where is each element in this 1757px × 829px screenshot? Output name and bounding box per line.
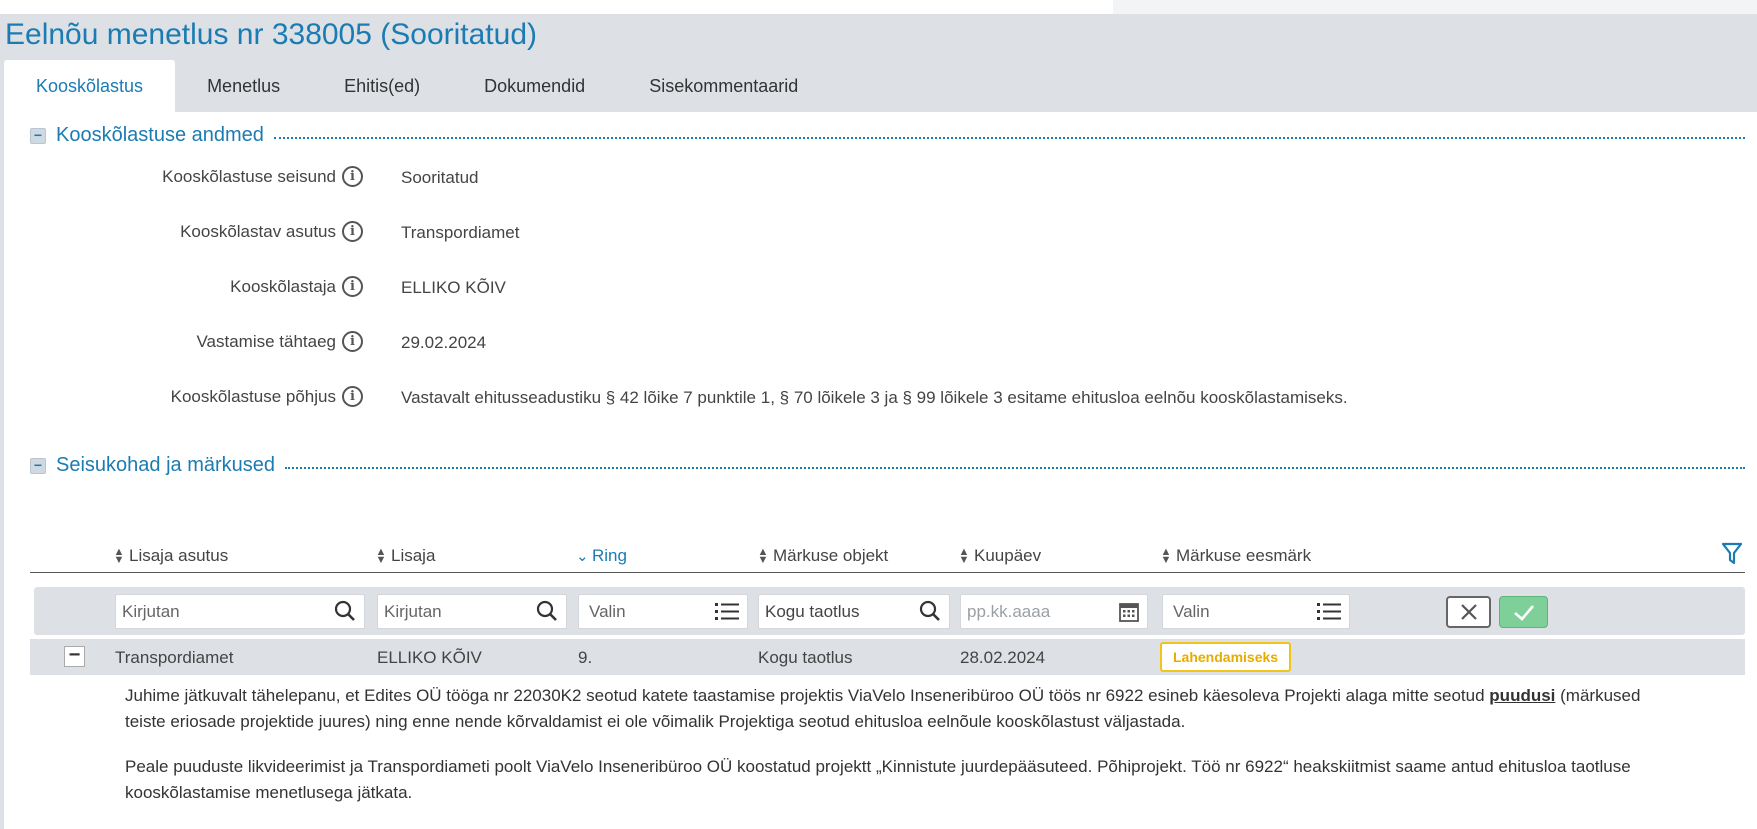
- search-icon[interactable]: [536, 595, 558, 639]
- field-row-kooskolastaja: Kooskõlastaja i ELLIKO KÕIV: [4, 274, 1704, 304]
- sort-icon: ▲ ▼: [958, 546, 970, 566]
- info-icon[interactable]: i: [342, 386, 363, 407]
- apply-filters-button[interactable]: [1499, 596, 1548, 628]
- sort-icon: ▲ ▼: [375, 546, 387, 566]
- status-badge: Lahendamiseks: [1160, 642, 1292, 672]
- column-header-kuupaev[interactable]: ▲ ▼ Kuupäev: [958, 546, 1042, 566]
- tab-content: − Kooskõlastuse andmed Kooskõlastuse sei…: [4, 112, 1757, 829]
- column-label: Kuupäev: [974, 546, 1042, 565]
- sort-icon: ▲ ▼: [1160, 546, 1172, 566]
- calendar-icon[interactable]: [1119, 595, 1139, 639]
- field-value: Sooritatud: [401, 168, 479, 187]
- info-icon[interactable]: i: [342, 276, 363, 297]
- tab-sisekommentaarid[interactable]: Sisekommentaarid: [617, 60, 830, 112]
- field-row-tahtaeg: Vastamise tähtaeg i 29.02.2024: [4, 329, 1704, 359]
- sort-icon: ▲ ▼: [757, 546, 769, 566]
- search-icon[interactable]: [334, 595, 356, 639]
- list-icon[interactable]: [1317, 595, 1341, 639]
- field-label: Kooskõlastav asutus: [180, 222, 336, 241]
- tab-dokumendid[interactable]: Dokumendid: [452, 60, 617, 112]
- section-kooskolastuse-andmed: − Kooskõlastuse andmed: [30, 124, 1745, 147]
- section-collapse-toggle[interactable]: −: [30, 127, 46, 144]
- tab-kooskolastus[interactable]: Kooskõlastus: [4, 60, 176, 112]
- filter-ring-select[interactable]: Valin: [578, 594, 748, 629]
- input-placeholder: pp.kk.aaaa: [967, 602, 1051, 621]
- section-collapse-toggle[interactable]: −: [30, 457, 46, 474]
- column-header-lisaja-asutus[interactable]: ▲ ▼ Lisaja asutus: [113, 546, 229, 566]
- tab-ehitised[interactable]: Ehitis(ed): [312, 60, 452, 112]
- filter-markuse-objekt-input[interactable]: Kogu taotlus: [758, 594, 950, 629]
- cell-lisaja: ELLIKO KÕIV: [377, 648, 482, 667]
- filter-lisaja-asutus-input[interactable]: Kirjutan: [115, 594, 365, 629]
- field-label: Vastamise tähtaeg: [196, 332, 336, 351]
- field-label: Kooskõlastuse põhjus: [170, 387, 336, 406]
- cell-lisaja-asutus: Transpordiamet: [115, 648, 234, 667]
- column-label: Ring: [592, 546, 627, 565]
- info-icon[interactable]: i: [342, 221, 363, 242]
- column-label: Märkuse eesmärk: [1176, 546, 1312, 565]
- comment-paragraph-1: Juhime jätkuvalt tähelepanu, et Edites O…: [125, 683, 1685, 735]
- filter-kuupaev-input[interactable]: pp.kk.aaaa: [960, 594, 1148, 629]
- info-icon[interactable]: i: [342, 331, 363, 352]
- search-icon[interactable]: [919, 595, 941, 639]
- top-strip: [0, 0, 1757, 14]
- column-header-lisaja[interactable]: ▲ ▼ Lisaja: [375, 546, 436, 566]
- info-icon[interactable]: i: [342, 166, 363, 187]
- section-divider: [285, 466, 1745, 469]
- check-icon: [1513, 605, 1534, 621]
- column-header-markuse-eesmark[interactable]: ▲ ▼ Märkuse eesmärk: [1160, 546, 1312, 566]
- field-label: Kooskõlastuse seisund: [162, 167, 336, 186]
- close-icon: [1460, 604, 1477, 620]
- field-row-pohjus: Kooskõlastuse põhjus i Vastavalt ehituss…: [4, 384, 1704, 414]
- sort-icon: ▲ ▼: [113, 546, 125, 566]
- grid-header: ▲ ▼ Lisaja asutus ▲ ▼ Lisaja ⌄ Ring ▲ ▼ Märkuse…: [30, 542, 1745, 573]
- field-value: 29.02.2024: [401, 333, 487, 352]
- select-placeholder: Valin: [1173, 602, 1210, 621]
- puudusi-link[interactable]: puudusi: [1489, 686, 1555, 705]
- input-placeholder: Kirjutan: [122, 602, 180, 621]
- comment-text: Juhime jätkuvalt tähelepanu, et Edites O…: [125, 686, 1490, 705]
- table-row[interactable]: − Transpordiamet ELLIKO KÕIV 9. Kogu tao…: [30, 639, 1745, 675]
- section-seisukohad: − Seisukohad ja märkused: [30, 454, 1745, 477]
- section-divider: [273, 136, 1745, 139]
- filter-markuse-eesmark-select[interactable]: Valin: [1162, 594, 1350, 629]
- cell-ring: 9.: [578, 648, 593, 667]
- field-value: ELLIKO KÕIV: [401, 278, 506, 297]
- field-label: Kooskõlastaja: [230, 277, 336, 296]
- section-title: Seisukohad ja märkused: [56, 454, 276, 476]
- input-placeholder: Kirjutan: [384, 602, 442, 621]
- field-value: Transpordiamet: [401, 223, 520, 242]
- field-value: Vastavalt ehitusseadustiku § 42 lõike 7 …: [401, 388, 1348, 407]
- sort-desc-icon: ⌄: [576, 547, 589, 565]
- comment-paragraph-2: Peale puuduste likvideerimist ja Transpo…: [125, 757, 1631, 802]
- top-strip-left: [0, 0, 1113, 14]
- cell-markuse-objekt: Kogu taotlus: [758, 648, 853, 667]
- column-header-markuse-objekt[interactable]: ▲ ▼ Märkuse objekt: [757, 546, 889, 566]
- column-label: Lisaja asutus: [129, 546, 229, 565]
- filter-icon[interactable]: [1721, 542, 1743, 572]
- tab-bar: Kooskõlastus Menetlus Ehitis(ed) Dokumen…: [4, 60, 830, 112]
- column-label: Lisaja: [391, 546, 436, 565]
- column-header-ring[interactable]: ⌄ Ring: [576, 546, 627, 566]
- cell-kuupaev: 28.02.2024: [960, 648, 1046, 667]
- field-row-seisund: Kooskõlastuse seisund i Sooritatud: [4, 164, 1704, 194]
- page-title: Eelnõu menetlus nr 338005 (Sooritatud): [5, 18, 538, 51]
- clear-filters-button[interactable]: [1446, 596, 1491, 628]
- filter-row: Kirjutan Kirjutan Valin Kogu taotlus pp.…: [34, 587, 1745, 635]
- tab-menetlus[interactable]: Menetlus: [175, 60, 312, 112]
- field-row-asutus: Kooskõlastav asutus i Transpordiamet: [4, 219, 1704, 249]
- section-title: Kooskõlastuse andmed: [56, 124, 264, 146]
- row-collapse-toggle[interactable]: −: [64, 645, 85, 667]
- list-icon[interactable]: [715, 595, 739, 639]
- column-label: Märkuse objekt: [773, 546, 889, 565]
- input-value: Kogu taotlus: [765, 602, 860, 621]
- filter-lisaja-input[interactable]: Kirjutan: [377, 594, 567, 629]
- select-placeholder: Valin: [589, 602, 626, 621]
